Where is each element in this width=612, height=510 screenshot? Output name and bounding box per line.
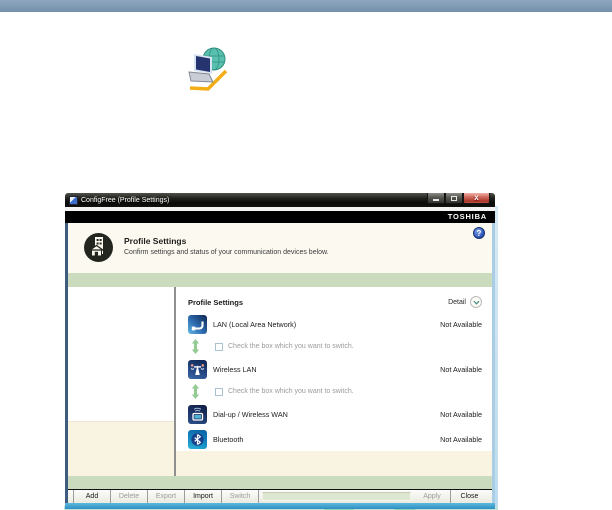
window-titlebar[interactable]: ConfigFree (Profile Settings) x [65,193,495,207]
content-area: Profile Settings Detail [68,287,492,476]
page-top-bar [0,0,612,12]
help-icon: ? [477,229,482,238]
page-title: Profile Settings [124,236,329,246]
profile-settings-icon [82,231,115,269]
minimize-icon [433,199,439,201]
maximize-icon [451,196,457,201]
import-button[interactable]: Import [185,490,222,503]
toshiba-logo: TOSHIBA [448,212,487,221]
green-band [68,273,492,287]
panel-title: Profile Settings [188,298,243,307]
detail-label: Detail [448,299,466,306]
minimize-button[interactable] [427,193,445,204]
device-row-dialup: Dial-up / Wireless WAN Not Available [188,402,482,426]
delete-button[interactable]: Delete [111,490,148,503]
switch-arrow-icon [191,384,200,399]
dialup-wireless-wan-icon [188,405,207,424]
device-row-lan: LAN (Local Area Network) Not Available [188,312,482,336]
device-status-panel: Profile Settings Detail [176,287,492,476]
device-name: Dial-up / Wireless WAN [213,410,288,419]
close-icon: x [474,193,478,203]
switch-button[interactable]: Switch [222,490,259,503]
profile-list-empty [68,287,174,421]
close-button[interactable]: x [463,193,490,204]
device-status: Not Available [440,320,482,329]
switch-checkbox[interactable] [215,343,223,351]
switch-checkbox-label: Check the box which you want to switch. [228,388,354,395]
device-status: Not Available [440,410,482,419]
device-status: Not Available [440,365,482,374]
configfree-window: ConfigFree (Profile Settings) x TOSHIBA [65,193,495,509]
device-name: Bluetooth [213,435,243,444]
detail-expand-button[interactable] [470,296,482,308]
device-status: Not Available [440,435,482,444]
switch-checkbox-row: Check the box which you want to switch. [188,381,482,402]
configfree-icon [186,44,230,92]
device-row-wireless-lan: Wireless LAN Not Available [188,357,482,381]
toshiba-brand-bar: TOSHIBA [65,211,495,223]
bluetooth-icon [188,430,207,449]
wireless-lan-icon [188,360,207,379]
switch-checkbox-label: Check the box which you want to switch. [228,343,354,350]
lan-icon [188,315,207,334]
help-button[interactable]: ? [473,227,485,239]
export-button[interactable]: Export [148,490,185,503]
device-name: Wireless LAN [213,365,257,374]
device-name: LAN (Local Area Network) [213,320,296,329]
maximize-button[interactable] [445,193,463,204]
window-bottom-border [65,503,495,509]
documentation-page: ConfigFree (Profile Settings) x TOSHIBA [0,0,612,510]
chevron-down-icon [472,298,481,307]
page-subtitle: Confirm settings and status of your comm… [124,249,329,256]
green-band-bottom [68,476,492,489]
switch-checkbox[interactable] [215,388,223,396]
dialog-header: Profile Settings Confirm settings and st… [68,223,492,273]
bottom-toolbar: Add Delete Export Import Switch Apply Cl… [68,489,492,503]
apply-button[interactable]: Apply [414,490,451,503]
switch-checkbox-row: Check the box which you want to switch. [188,336,482,357]
device-row-bluetooth: Bluetooth Not Available [188,426,482,452]
add-button[interactable]: Add [74,490,111,503]
toolbar-track [262,492,411,501]
window-title: ConfigFree (Profile Settings) [81,196,169,205]
profile-list-panel [68,287,174,476]
configfree-app-icon [69,196,78,205]
switch-arrow-icon [191,339,200,354]
close-dialog-button[interactable]: Close [451,490,488,503]
